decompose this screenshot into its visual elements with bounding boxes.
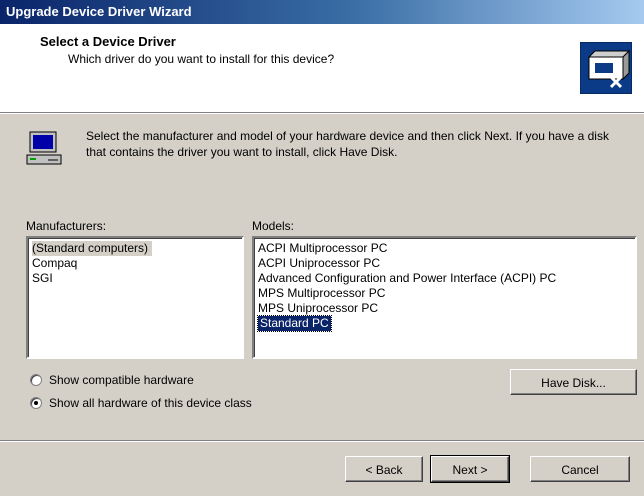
title-bar[interactable]: Upgrade Device Driver Wizard [0, 0, 644, 24]
footer-separator [0, 440, 644, 442]
have-disk-button[interactable]: Have Disk... [510, 369, 637, 395]
window-title: Upgrade Device Driver Wizard [6, 4, 192, 19]
header-title: Select a Device Driver [40, 34, 176, 49]
manufacturer-item[interactable]: SGI [32, 271, 238, 286]
model-item[interactable]: Advanced Configuration and Power Interfa… [258, 271, 631, 286]
model-item-selected[interactable]: Standard PC [257, 315, 332, 332]
manufacturer-item[interactable]: (Standard computers) [32, 241, 153, 256]
next-button[interactable]: Next > [430, 455, 510, 483]
wizard-header: Select a Device Driver Which driver do y… [0, 24, 644, 113]
show-all-radio[interactable]: Show all hardware of this device class [30, 396, 252, 410]
back-button[interactable]: < Back [345, 456, 423, 482]
model-item[interactable]: MPS Multiprocessor PC [258, 286, 631, 301]
computer-icon [24, 128, 64, 168]
intro-text: Select the manufacturer and model of you… [86, 129, 609, 159]
wizard-window: Upgrade Device Driver Wizard Select a De… [0, 0, 644, 496]
model-item[interactable]: ACPI Uniprocessor PC [258, 256, 631, 271]
show-compatible-label: Show compatible hardware [49, 373, 194, 387]
show-compatible-radio[interactable]: Show compatible hardware [30, 373, 194, 387]
manufacturer-item[interactable]: Compaq [32, 256, 238, 271]
models-label: Models: [252, 219, 295, 233]
radio-button-checked[interactable] [30, 397, 42, 409]
models-listbox[interactable]: ACPI Multiprocessor PC ACPI Uniprocessor… [252, 236, 637, 359]
header-subtitle: Which driver do you want to install for … [68, 52, 335, 66]
manufacturers-listbox[interactable]: (Standard computers) Compaq SGI [26, 236, 244, 359]
manufacturers-label: Manufacturers: [26, 219, 107, 233]
hardware-wizard-icon [580, 42, 632, 94]
header-separator [0, 113, 644, 114]
show-all-label: Show all hardware of this device class [49, 396, 252, 410]
model-item[interactable]: MPS Uniprocessor PC [258, 301, 631, 316]
cancel-button[interactable]: Cancel [530, 456, 630, 482]
model-item[interactable]: ACPI Multiprocessor PC [258, 241, 631, 256]
radio-button[interactable] [30, 374, 42, 386]
